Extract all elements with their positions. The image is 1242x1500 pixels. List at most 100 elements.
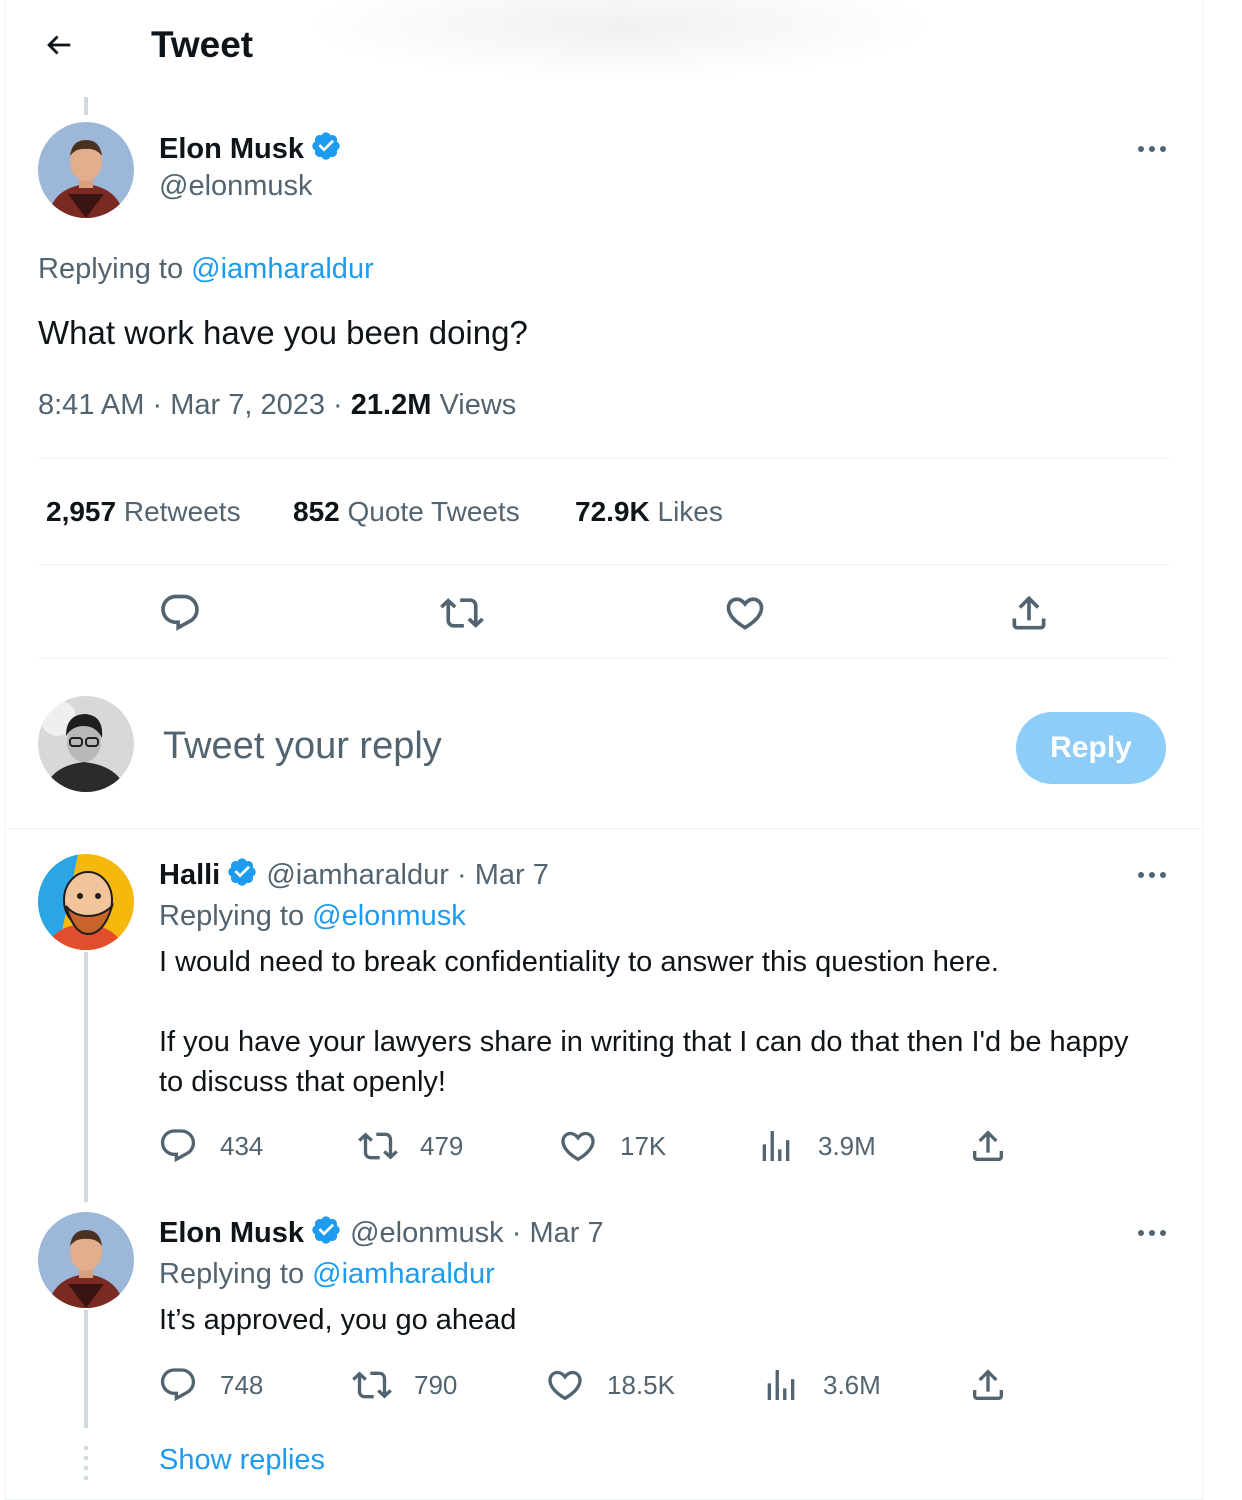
- more-icon: [1138, 1230, 1166, 1236]
- tweet-date[interactable]: Mar 7: [475, 859, 549, 891]
- avatar-image: [38, 1212, 134, 1308]
- avatar-elon[interactable]: [38, 122, 134, 218]
- retweets-stat[interactable]: 2,957 Retweets: [46, 496, 241, 528]
- show-replies-link[interactable]: Show replies: [159, 1444, 325, 1477]
- reply-button[interactable]: [158, 591, 202, 635]
- author-name[interactable]: Elon Musk: [159, 133, 304, 165]
- reply-count: 434: [220, 1130, 264, 1161]
- share-button[interactable]: [968, 1365, 1008, 1405]
- more-button[interactable]: [1132, 860, 1172, 890]
- views-button[interactable]: 3.6M: [761, 1365, 881, 1405]
- retweets-count: 2,957: [46, 496, 117, 527]
- divider: [38, 658, 1170, 659]
- author-name[interactable]: Elon Musk: [159, 1217, 304, 1249]
- replying-to-line: Replying to @iamharaldur: [38, 253, 374, 286]
- tweet-date[interactable]: Mar 7, 2023: [170, 389, 325, 421]
- views-count: 21.2M: [350, 389, 432, 421]
- like-button[interactable]: 18.5K: [545, 1365, 675, 1405]
- share-icon: [1012, 595, 1046, 630]
- meta-separator: ·: [511, 1217, 522, 1249]
- tweet-meta: 8:41 AM · Mar 7, 2023 · 21.2M Views: [38, 389, 516, 422]
- reply-text-paragraph: If you have your lawyers share in writin…: [159, 1026, 1129, 1098]
- reply1-header: Halli @iamharaldur · Mar 7: [159, 856, 549, 892]
- main-tweet-author: Elon Musk: [159, 130, 342, 166]
- view-count: 3.6M: [823, 1369, 881, 1400]
- reply-icon: [160, 1129, 196, 1163]
- thread-continuation-dots: [84, 1446, 88, 1486]
- section-divider: [5, 828, 1203, 829]
- meta-separator: ·: [152, 389, 163, 421]
- back-arrow-icon: [47, 35, 71, 55]
- share-icon: [973, 1369, 1003, 1400]
- like-icon: [726, 597, 764, 630]
- avatar-image: [38, 122, 134, 218]
- replying-to-line: Replying to @elonmusk: [159, 900, 466, 933]
- back-button[interactable]: [38, 24, 80, 66]
- verified-badge-icon: [312, 132, 340, 160]
- reply-button[interactable]: 434: [158, 1126, 263, 1166]
- divider: [38, 458, 1170, 459]
- avatar-halli[interactable]: [38, 854, 134, 950]
- like-button[interactable]: 17K: [558, 1126, 666, 1166]
- retweets-label: Retweets: [123, 496, 241, 527]
- likes-stat[interactable]: 72.9K Likes: [575, 496, 723, 528]
- current-user-avatar[interactable]: [38, 696, 134, 792]
- like-button[interactable]: [723, 591, 767, 635]
- thread-line: [84, 1310, 88, 1428]
- retweet-icon: [440, 598, 484, 628]
- main-tweet-text: What work have you been doing?: [38, 314, 528, 351]
- more-icon: [1138, 872, 1166, 878]
- avatar-elon[interactable]: [38, 1212, 134, 1308]
- tweet-time[interactable]: 8:41 AM: [38, 389, 144, 421]
- reply2-header: Elon Musk @elonmusk · Mar 7: [159, 1214, 604, 1250]
- reply-button[interactable]: 748: [158, 1365, 263, 1405]
- author-handle[interactable]: @elonmusk: [350, 1217, 504, 1249]
- retweet-button[interactable]: 479: [358, 1126, 463, 1166]
- avatar-image: [38, 854, 134, 950]
- replying-to-link[interactable]: @elonmusk: [312, 900, 466, 932]
- retweet-button[interactable]: 790: [352, 1365, 457, 1405]
- retweet-count: 790: [414, 1369, 458, 1400]
- share-button[interactable]: [968, 1126, 1008, 1166]
- page-title: Tweet: [151, 24, 254, 65]
- retweet-button[interactable]: [440, 591, 484, 635]
- thread-line-top: [84, 97, 88, 115]
- reply-text-paragraph: I would need to break confidentiality to…: [159, 946, 999, 978]
- replying-to-link[interactable]: @iamharaldur: [191, 253, 374, 285]
- verified-badge-icon: [228, 858, 256, 886]
- thread-line: [84, 952, 88, 1202]
- like-icon: [548, 1370, 582, 1401]
- replying-to-link[interactable]: @iamharaldur: [312, 1258, 495, 1290]
- more-button[interactable]: [1132, 134, 1172, 164]
- share-icon: [973, 1130, 1003, 1161]
- retweet-icon: [352, 1371, 392, 1399]
- share-button[interactable]: [1007, 591, 1051, 635]
- like-count: 17K: [620, 1130, 667, 1161]
- quote-tweets-stat[interactable]: 852 Quote Tweets: [293, 496, 520, 528]
- replying-to-label: Replying to: [38, 253, 184, 285]
- reply-input[interactable]: Tweet your reply: [163, 725, 442, 768]
- replying-to-line: Replying to @iamharaldur: [159, 1258, 495, 1291]
- verified-badge-icon: [312, 1216, 340, 1244]
- views-button[interactable]: 3.9M: [756, 1126, 876, 1166]
- avatar-image: [38, 696, 134, 792]
- reply-submit-button[interactable]: Reply: [1016, 712, 1166, 784]
- divider: [38, 564, 1170, 565]
- header-shadow: [300, 0, 940, 80]
- retweet-count: 479: [420, 1130, 464, 1161]
- view-count: 3.9M: [818, 1130, 876, 1161]
- meta-separator: ·: [333, 389, 343, 421]
- page-header: Tweet: [0, 0, 1242, 90]
- reply-icon: [161, 594, 199, 631]
- like-icon: [561, 1131, 595, 1162]
- author-name[interactable]: Halli: [159, 859, 220, 891]
- like-count: 18.5K: [607, 1369, 675, 1400]
- views-icon: [767, 1370, 795, 1400]
- reply-icon: [160, 1368, 196, 1402]
- likes-count: 72.9K: [575, 496, 650, 527]
- author-handle[interactable]: @elonmusk: [159, 170, 313, 203]
- more-button[interactable]: [1132, 1218, 1172, 1248]
- tweet-date[interactable]: Mar 7: [529, 1217, 603, 1249]
- views-icon: [762, 1131, 790, 1161]
- author-handle[interactable]: @iamharaldur: [266, 859, 449, 891]
